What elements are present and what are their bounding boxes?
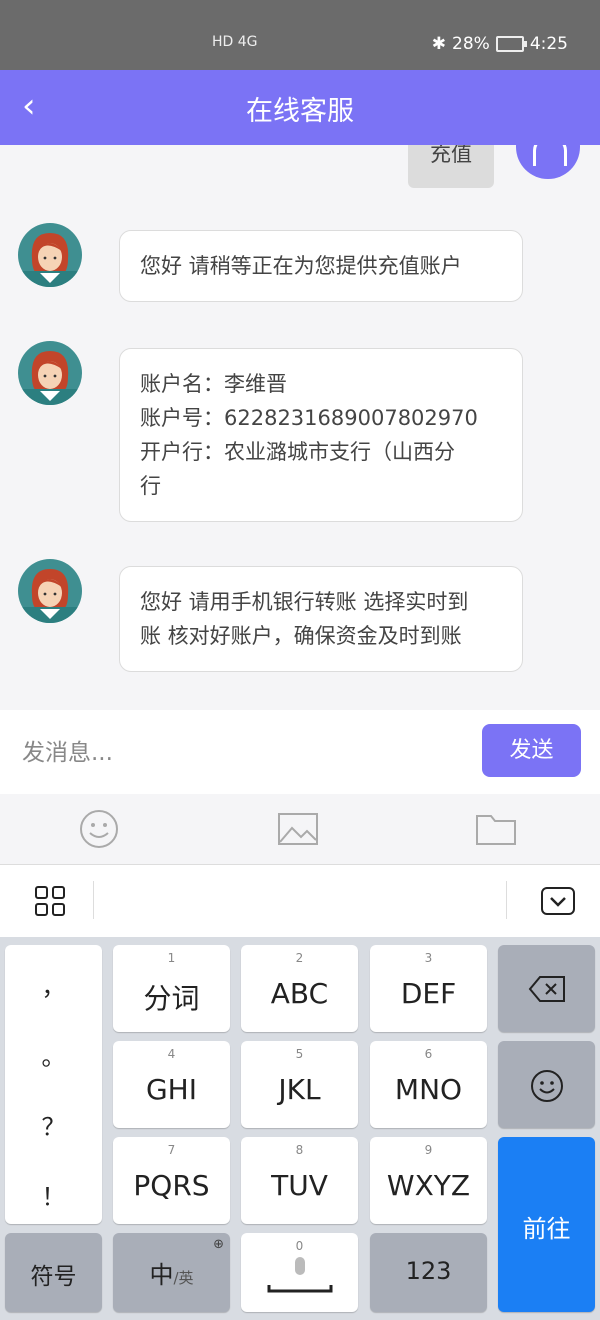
status-bar: HD 4G ✱ 28% 4:25 [0,0,600,70]
agent-avatar [18,223,82,287]
emoji-key[interactable] [498,1041,595,1128]
chat-area[interactable]: 充值 您好 请稍等正在为您提供充值账户 账户名：李维晋 账户号：62282316… [0,145,600,710]
message-bubble: 账户名：李维晋 账户号：6228231689007802970 开户行：农业潞城… [119,348,523,522]
smiley-icon [531,1070,563,1102]
key-8[interactable]: 8 TUV [241,1137,358,1224]
hide-keyboard-icon[interactable] [540,886,576,920]
message-bubble: 您好 请稍等正在为您提供充值账户 [119,230,523,302]
sent-message-bubble: 充值 [408,145,494,188]
user-avatar [516,145,580,179]
message-input[interactable] [20,728,464,778]
backspace-key[interactable] [498,945,595,1032]
chat-header: ‹ 在线客服 [0,70,600,145]
agent-avatar [18,341,82,405]
globe-icon: ⊕ [213,1237,224,1252]
space-key[interactable]: 0 [241,1233,358,1312]
punct-key-question[interactable]: ？ [5,1107,102,1142]
backspace-icon [528,976,565,1002]
key-4[interactable]: 4 GHI [113,1041,230,1128]
key-6[interactable]: 6 MNO [370,1041,487,1128]
numbers-key[interactable]: 123 [370,1233,487,1312]
send-button[interactable]: 发送 [482,724,581,777]
message-bubble: 您好 请用手机银行转账 选择实时到 账 核对好账户，确保资金及时到账 [119,566,523,672]
folder-icon[interactable] [474,808,518,850]
go-key[interactable]: 前往 [498,1137,595,1312]
attachment-toolbar [0,794,600,865]
symbols-key[interactable]: 符号 [5,1233,102,1312]
key-2[interactable]: 2 ABC [241,945,358,1032]
keyboard: ， 。 ？ ！ 1 分词 2 ABC 3 DEF 4 GHI 5 JKL 6 MNO 7 PQ… [0,937,600,1320]
key-3[interactable]: 3 DEF [370,945,487,1032]
language-switch-key[interactable]: 中/英 ⊕ [113,1233,230,1312]
emoji-icon[interactable] [77,808,121,850]
network-indicator: HD 4G [212,34,258,50]
key-1[interactable]: 1 分词 [113,945,230,1032]
bluetooth-icon: ✱ [431,34,447,54]
punctuation-column[interactable]: ， 。 ？ ！ [5,945,102,1224]
keyboard-toolbar [0,865,600,938]
battery-percent: 28% [452,34,490,54]
agent-avatar [18,559,82,623]
page-title: 在线客服 [246,96,354,127]
microphone-icon [267,1257,333,1293]
key-7[interactable]: 7 PQRS [113,1137,230,1224]
battery-icon [495,36,527,52]
clock: 4:25 [529,34,568,54]
image-icon[interactable] [276,808,320,850]
message-input-bar: 发送 [0,710,600,794]
key-9[interactable]: 9 WXYZ [370,1137,487,1224]
key-5[interactable]: 5 JKL [241,1041,358,1128]
punct-key-period[interactable]: 。 [5,1037,102,1072]
punct-key-comma[interactable]: ， [5,967,102,1002]
grid-menu-icon[interactable] [34,885,66,921]
punct-key-exclaim[interactable]: ！ [5,1177,102,1212]
